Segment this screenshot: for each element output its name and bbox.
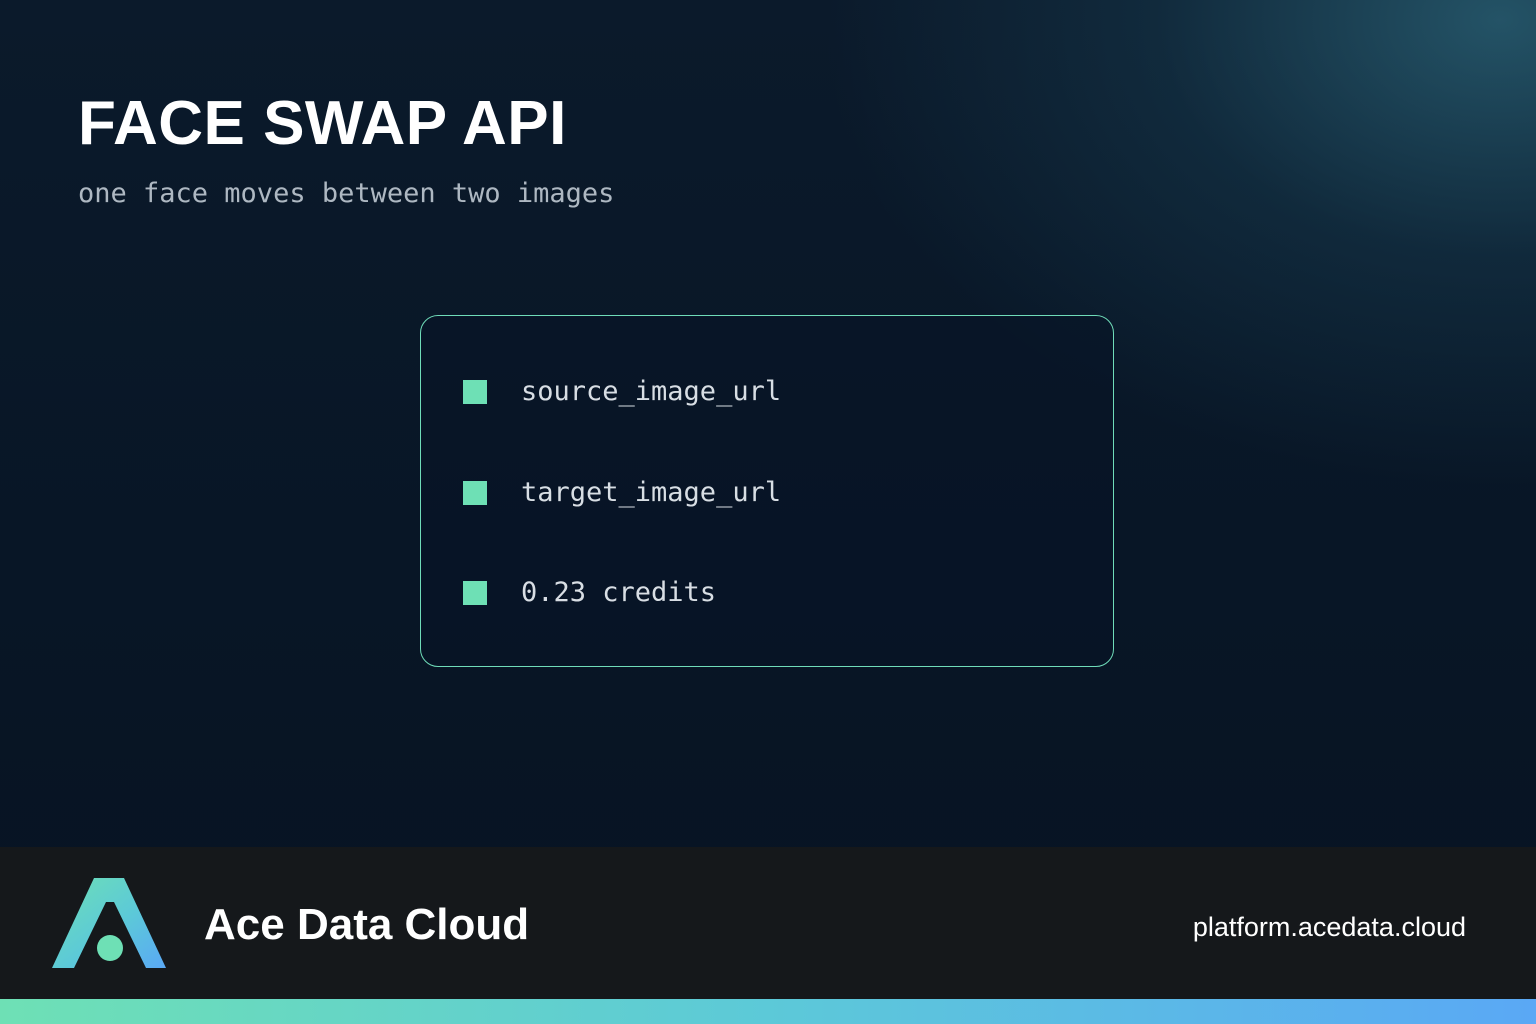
brand-url-link[interactable]: platform.acedata.cloud <box>1193 909 1466 945</box>
list-item-source-image-url: source_image_url <box>463 372 781 412</box>
list-item-label: 0.23 credits <box>521 577 717 608</box>
ace-data-cloud-logo-icon <box>52 878 166 968</box>
info-card: source_image_url target_image_url 0.23 c… <box>420 315 1114 667</box>
list-item-target-image-url: target_image_url <box>463 473 781 513</box>
footer-bar: Ace Data Cloud platform.acedata.cloud <box>0 847 1536 999</box>
list-item-label: target_image_url <box>521 477 782 508</box>
page: FACE SWAP API one face moves between two… <box>0 0 1536 1024</box>
accent-stripe <box>0 999 1536 1024</box>
page-title: FACE SWAP API <box>78 89 567 158</box>
square-bullet-icon <box>463 481 487 505</box>
square-bullet-icon <box>463 581 487 605</box>
list-item-credits: 0.23 credits <box>463 573 716 613</box>
page-subtitle: one face moves between two images <box>78 178 615 209</box>
brand-name: Ace Data Cloud <box>204 900 530 949</box>
square-bullet-icon <box>463 380 487 404</box>
list-item-label: source_image_url <box>521 376 782 407</box>
